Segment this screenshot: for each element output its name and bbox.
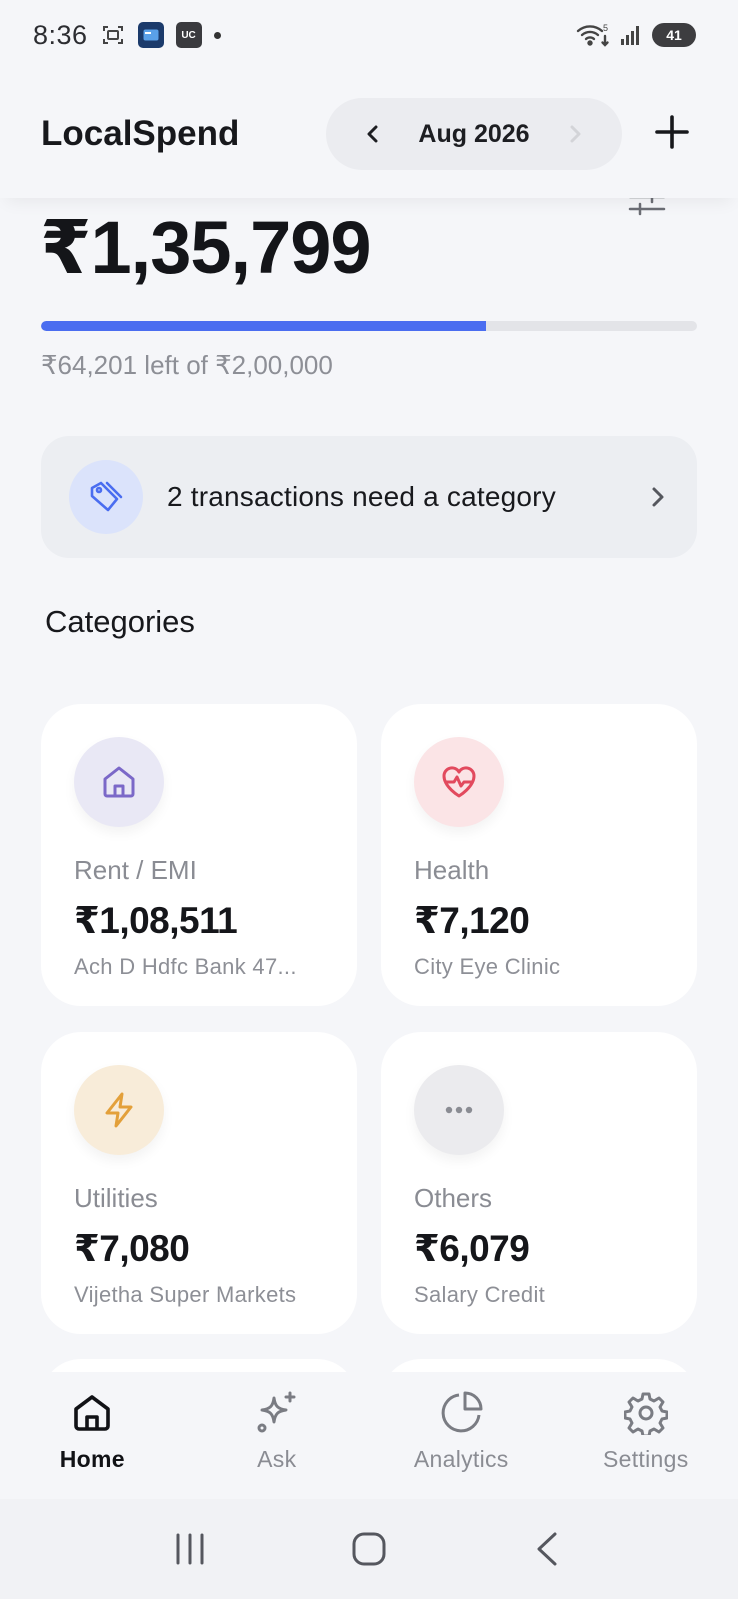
nav-label: Home <box>59 1446 125 1472</box>
nav-label: Settings <box>602 1446 689 1472</box>
recent-apps-button[interactable] <box>165 1524 215 1574</box>
budget-progress-fill <box>41 321 487 331</box>
month-selector: Aug 2026 <box>326 98 622 170</box>
uncategorized-banner-text: 2 transactions need a category <box>167 481 556 512</box>
home-icon <box>69 1390 115 1436</box>
signal-icon <box>618 22 644 48</box>
category-amount: ₹1,08,511 <box>74 900 238 941</box>
wifi-icon: 5 <box>576 22 610 48</box>
pie-chart-icon <box>438 1390 484 1436</box>
recent-apps-icon <box>176 1533 204 1565</box>
current-month: Aug 2026 <box>418 119 530 148</box>
nav-ask[interactable]: Ask <box>185 1372 370 1499</box>
category-label: Utilities <box>74 1183 158 1213</box>
sparkle-icon <box>254 1390 300 1436</box>
budget-progress-bar <box>41 321 697 331</box>
total-spent: ₹1,35,799 <box>40 206 372 289</box>
category-label: Rent / EMI <box>74 855 197 885</box>
back-chevron-icon <box>537 1532 557 1566</box>
nav-label: Analytics <box>413 1446 509 1472</box>
category-top-merchant: City Eye Clinic <box>414 954 561 979</box>
chevron-left-icon <box>367 125 378 143</box>
heart-pulse-icon <box>414 737 504 827</box>
status-bar: 8:36 UC 5 41 <box>0 0 738 70</box>
nav-analytics[interactable]: Analytics <box>369 1372 554 1499</box>
nav-label: Ask <box>257 1446 297 1472</box>
notification-dot <box>213 31 221 39</box>
app-title: LocalSpend <box>41 114 240 153</box>
uncategorized-banner[interactable]: 2 transactions need a category <box>41 436 697 558</box>
home-icon <box>74 737 164 827</box>
add-transaction-button[interactable] <box>652 112 692 152</box>
previous-month-button[interactable] <box>362 123 384 145</box>
next-month-button[interactable] <box>564 123 586 145</box>
category-amount: ₹7,120 <box>414 900 530 941</box>
category-amount: ₹6,079 <box>414 1228 530 1269</box>
budget-remaining-text: ₹64,201 left of ₹2,00,000 <box>41 350 333 380</box>
nav-settings[interactable]: Settings <box>554 1372 738 1499</box>
home-system-button[interactable] <box>344 1524 394 1574</box>
card-app-icon <box>137 22 164 48</box>
battery-indicator: 41 <box>652 23 696 47</box>
system-navigation-bar <box>0 1499 738 1599</box>
gear-icon <box>623 1390 669 1436</box>
status-time: 8:36 <box>33 19 88 50</box>
nav-home[interactable]: Home <box>0 1372 185 1499</box>
tag-icon <box>69 460 143 534</box>
categories-title: Categories <box>45 604 195 639</box>
more-dots-icon <box>414 1065 504 1155</box>
category-card-utilities[interactable]: Utilities ₹7,080 Vijetha Super Markets <box>41 1032 357 1334</box>
plus-icon <box>655 115 689 149</box>
status-right: 5 41 <box>576 22 696 48</box>
chevron-right-icon <box>570 125 581 143</box>
category-top-merchant: Ach D Hdfc Bank 47... <box>74 954 297 979</box>
category-card-others[interactable]: Others ₹6,079 Salary Credit <box>381 1032 697 1334</box>
lightning-icon <box>74 1065 164 1155</box>
category-label: Health <box>414 855 490 885</box>
category-card-health[interactable]: Health ₹7,120 City Eye Clinic <box>381 704 697 1006</box>
network-tag: 5 <box>603 23 608 33</box>
category-label: Others <box>414 1183 493 1213</box>
category-top-merchant: Vijetha Super Markets <box>74 1282 297 1307</box>
home-circle-icon <box>352 1532 386 1566</box>
back-button[interactable] <box>523 1524 573 1574</box>
uc-app-badge: UC <box>175 22 202 48</box>
status-left: 8:36 UC <box>33 20 221 51</box>
chevron-right-icon <box>652 487 664 507</box>
category-top-merchant: Salary Credit <box>414 1282 546 1307</box>
app-header: LocalSpend Aug 2026 <box>0 70 738 198</box>
bottom-navigation: Home Ask Analytics Settings <box>0 1372 738 1499</box>
category-card-rent-emi[interactable]: Rent / EMI ₹1,08,511 Ach D Hdfc Bank 47.… <box>41 704 357 1006</box>
screenshot-icon <box>100 22 126 48</box>
category-amount: ₹7,080 <box>74 1228 190 1269</box>
